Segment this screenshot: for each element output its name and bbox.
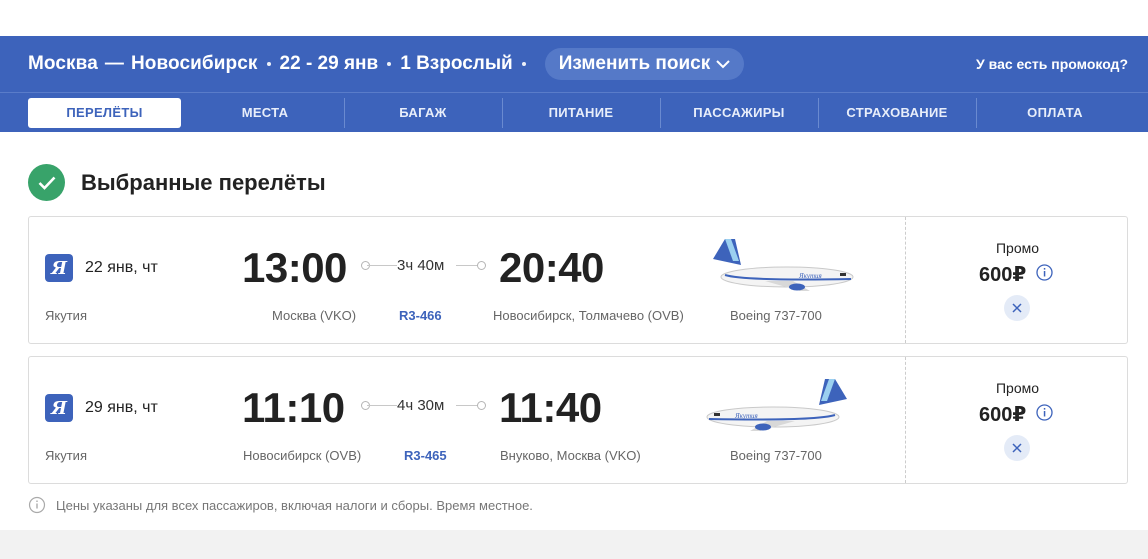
fare-price: 600₽: [979, 264, 1027, 286]
separator-dot: [387, 62, 392, 66]
flight-card-return: Я 29 янв, чт Якутия 11:10 4ч 30м 11:40 Н…: [28, 356, 1128, 484]
page-title: Выбранные перелёты: [81, 169, 326, 195]
aircraft-type: Boeing 737-700: [730, 448, 822, 463]
airline-name: Якутия: [45, 448, 87, 463]
info-icon: [28, 496, 46, 514]
route-end-dot: [477, 401, 486, 410]
separator-dot: [521, 62, 526, 66]
tab-insurance[interactable]: СТРАХОВАНИЕ: [818, 93, 976, 133]
arrival-time: 11:40: [499, 384, 602, 431]
route-end-dot: [477, 261, 486, 270]
price-note: Цены указаны для всех пассажиров, включа…: [28, 496, 533, 514]
promo-code-link[interactable]: У вас есть промокод?: [976, 36, 1128, 92]
remove-flight-button[interactable]: [1004, 295, 1030, 321]
chevron-down-icon: [716, 60, 730, 69]
airplane-image: Якутия: [706, 379, 847, 431]
svg-text:Якутия: Якутия: [734, 412, 758, 420]
close-icon: [1012, 443, 1022, 453]
top-spacer: [0, 0, 1148, 36]
separator-dot: [266, 62, 271, 66]
route-dash: —: [104, 53, 124, 74]
info-icon[interactable]: [1036, 264, 1053, 281]
remove-flight-button[interactable]: [1004, 435, 1030, 461]
aircraft-type: Boeing 737-700: [730, 308, 822, 323]
flight-number-link[interactable]: R3-466: [399, 308, 442, 323]
airline-logo: Я: [45, 394, 73, 422]
close-icon: [1012, 303, 1022, 313]
booking-steps-tabs: ПЕРЕЛЁТЫ МЕСТА БАГАЖ ПИТАНИЕ ПАССАЖИРЫ С…: [0, 92, 1148, 132]
info-icon[interactable]: [1036, 404, 1053, 421]
airline-logo: Я: [45, 254, 73, 282]
route-line: [367, 405, 397, 406]
svg-text:Якутия: Якутия: [798, 272, 822, 280]
tab-payment[interactable]: ОПЛАТА: [976, 93, 1134, 133]
main-content: Выбранные перелёты Я 22 янв, чт Якутия 1…: [0, 132, 1148, 530]
fare-name: Промо: [995, 240, 1040, 256]
flight-duration: 3ч 40м: [397, 257, 445, 274]
flight-card-outbound: Я 22 янв, чт Якутия 13:00 3ч 40м 20:40 М…: [28, 216, 1128, 344]
arrival-time: 20:40: [499, 244, 604, 291]
selected-flights-heading: Выбранные перелёты: [28, 164, 326, 201]
search-summary-bar: Москва — Новосибирск 22 - 29 янв 1 Взрос…: [0, 36, 1148, 92]
price-column: Промо 600₽: [905, 217, 1128, 343]
tab-passengers[interactable]: ПАССАЖИРЫ: [660, 93, 818, 133]
tab-baggage[interactable]: БАГАЖ: [344, 93, 502, 133]
route-line: [367, 265, 397, 266]
route-from: Москва: [28, 53, 98, 74]
departure-time: 11:10: [242, 384, 345, 431]
tab-seats[interactable]: МЕСТА: [186, 93, 344, 133]
departure-airport: Москва (VKO): [272, 308, 357, 323]
airline-name: Якутия: [45, 308, 87, 323]
price-note-text: Цены указаны для всех пассажиров, включа…: [56, 497, 533, 513]
arrival-airport: Внуково, Москва (VKO): [500, 448, 641, 463]
tab-flights[interactable]: ПЕРЕЛЁТЫ: [28, 97, 181, 128]
search-passengers: 1 Взрослый: [400, 53, 513, 74]
flight-number-link[interactable]: R3-465: [404, 448, 447, 463]
fare-price: 600₽: [979, 404, 1027, 426]
flight-duration: 4ч 30м: [397, 397, 445, 414]
airplane-image: Якутия: [713, 239, 854, 291]
change-search-label: Изменить поиск: [558, 53, 711, 74]
departure-airport: Новосибирск (OVB): [243, 448, 362, 463]
change-search-button[interactable]: Изменить поиск: [544, 48, 745, 80]
price-column: Промо 600₽: [905, 357, 1128, 483]
tab-meals[interactable]: ПИТАНИЕ: [502, 93, 660, 133]
arrival-airport: Новосибирск, Толмачево (OVB): [493, 308, 684, 323]
departure-time: 13:00: [242, 244, 347, 291]
flight-date: 29 янв, чт: [85, 399, 158, 416]
check-icon: [28, 164, 65, 201]
search-dates: 22 - 29 янв: [279, 53, 379, 74]
flight-date: 22 янв, чт: [85, 259, 158, 276]
fare-name: Промо: [995, 380, 1040, 396]
route-to: Новосибирск: [130, 53, 258, 74]
